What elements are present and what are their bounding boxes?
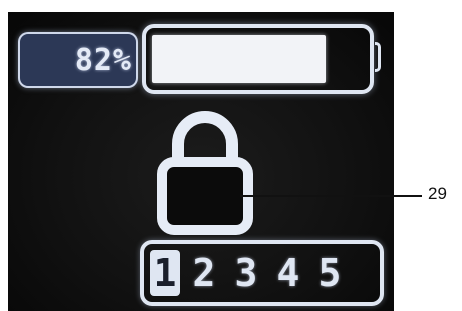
callout-leader-line <box>240 195 422 197</box>
callout-number: 29 <box>428 184 447 203</box>
battery-percent-badge: 82% <box>18 32 138 88</box>
slot-selector: 12345 <box>140 240 384 306</box>
slot-1[interactable]: 1 <box>150 250 180 296</box>
padlock-icon-graphic <box>157 111 253 235</box>
battery-level-fill <box>152 35 326 83</box>
padlock-icon <box>156 104 254 235</box>
battery-track <box>152 35 364 83</box>
battery-percent-label: 82% <box>74 42 132 78</box>
battery-terminal <box>375 42 381 72</box>
battery-gauge <box>142 24 374 94</box>
slot-5[interactable]: 5 <box>312 250 348 296</box>
slot-2[interactable]: 2 <box>186 250 222 296</box>
slot-4[interactable]: 4 <box>270 250 306 296</box>
slot-3[interactable]: 3 <box>228 250 264 296</box>
device-display: 82% 12345 <box>8 12 394 311</box>
